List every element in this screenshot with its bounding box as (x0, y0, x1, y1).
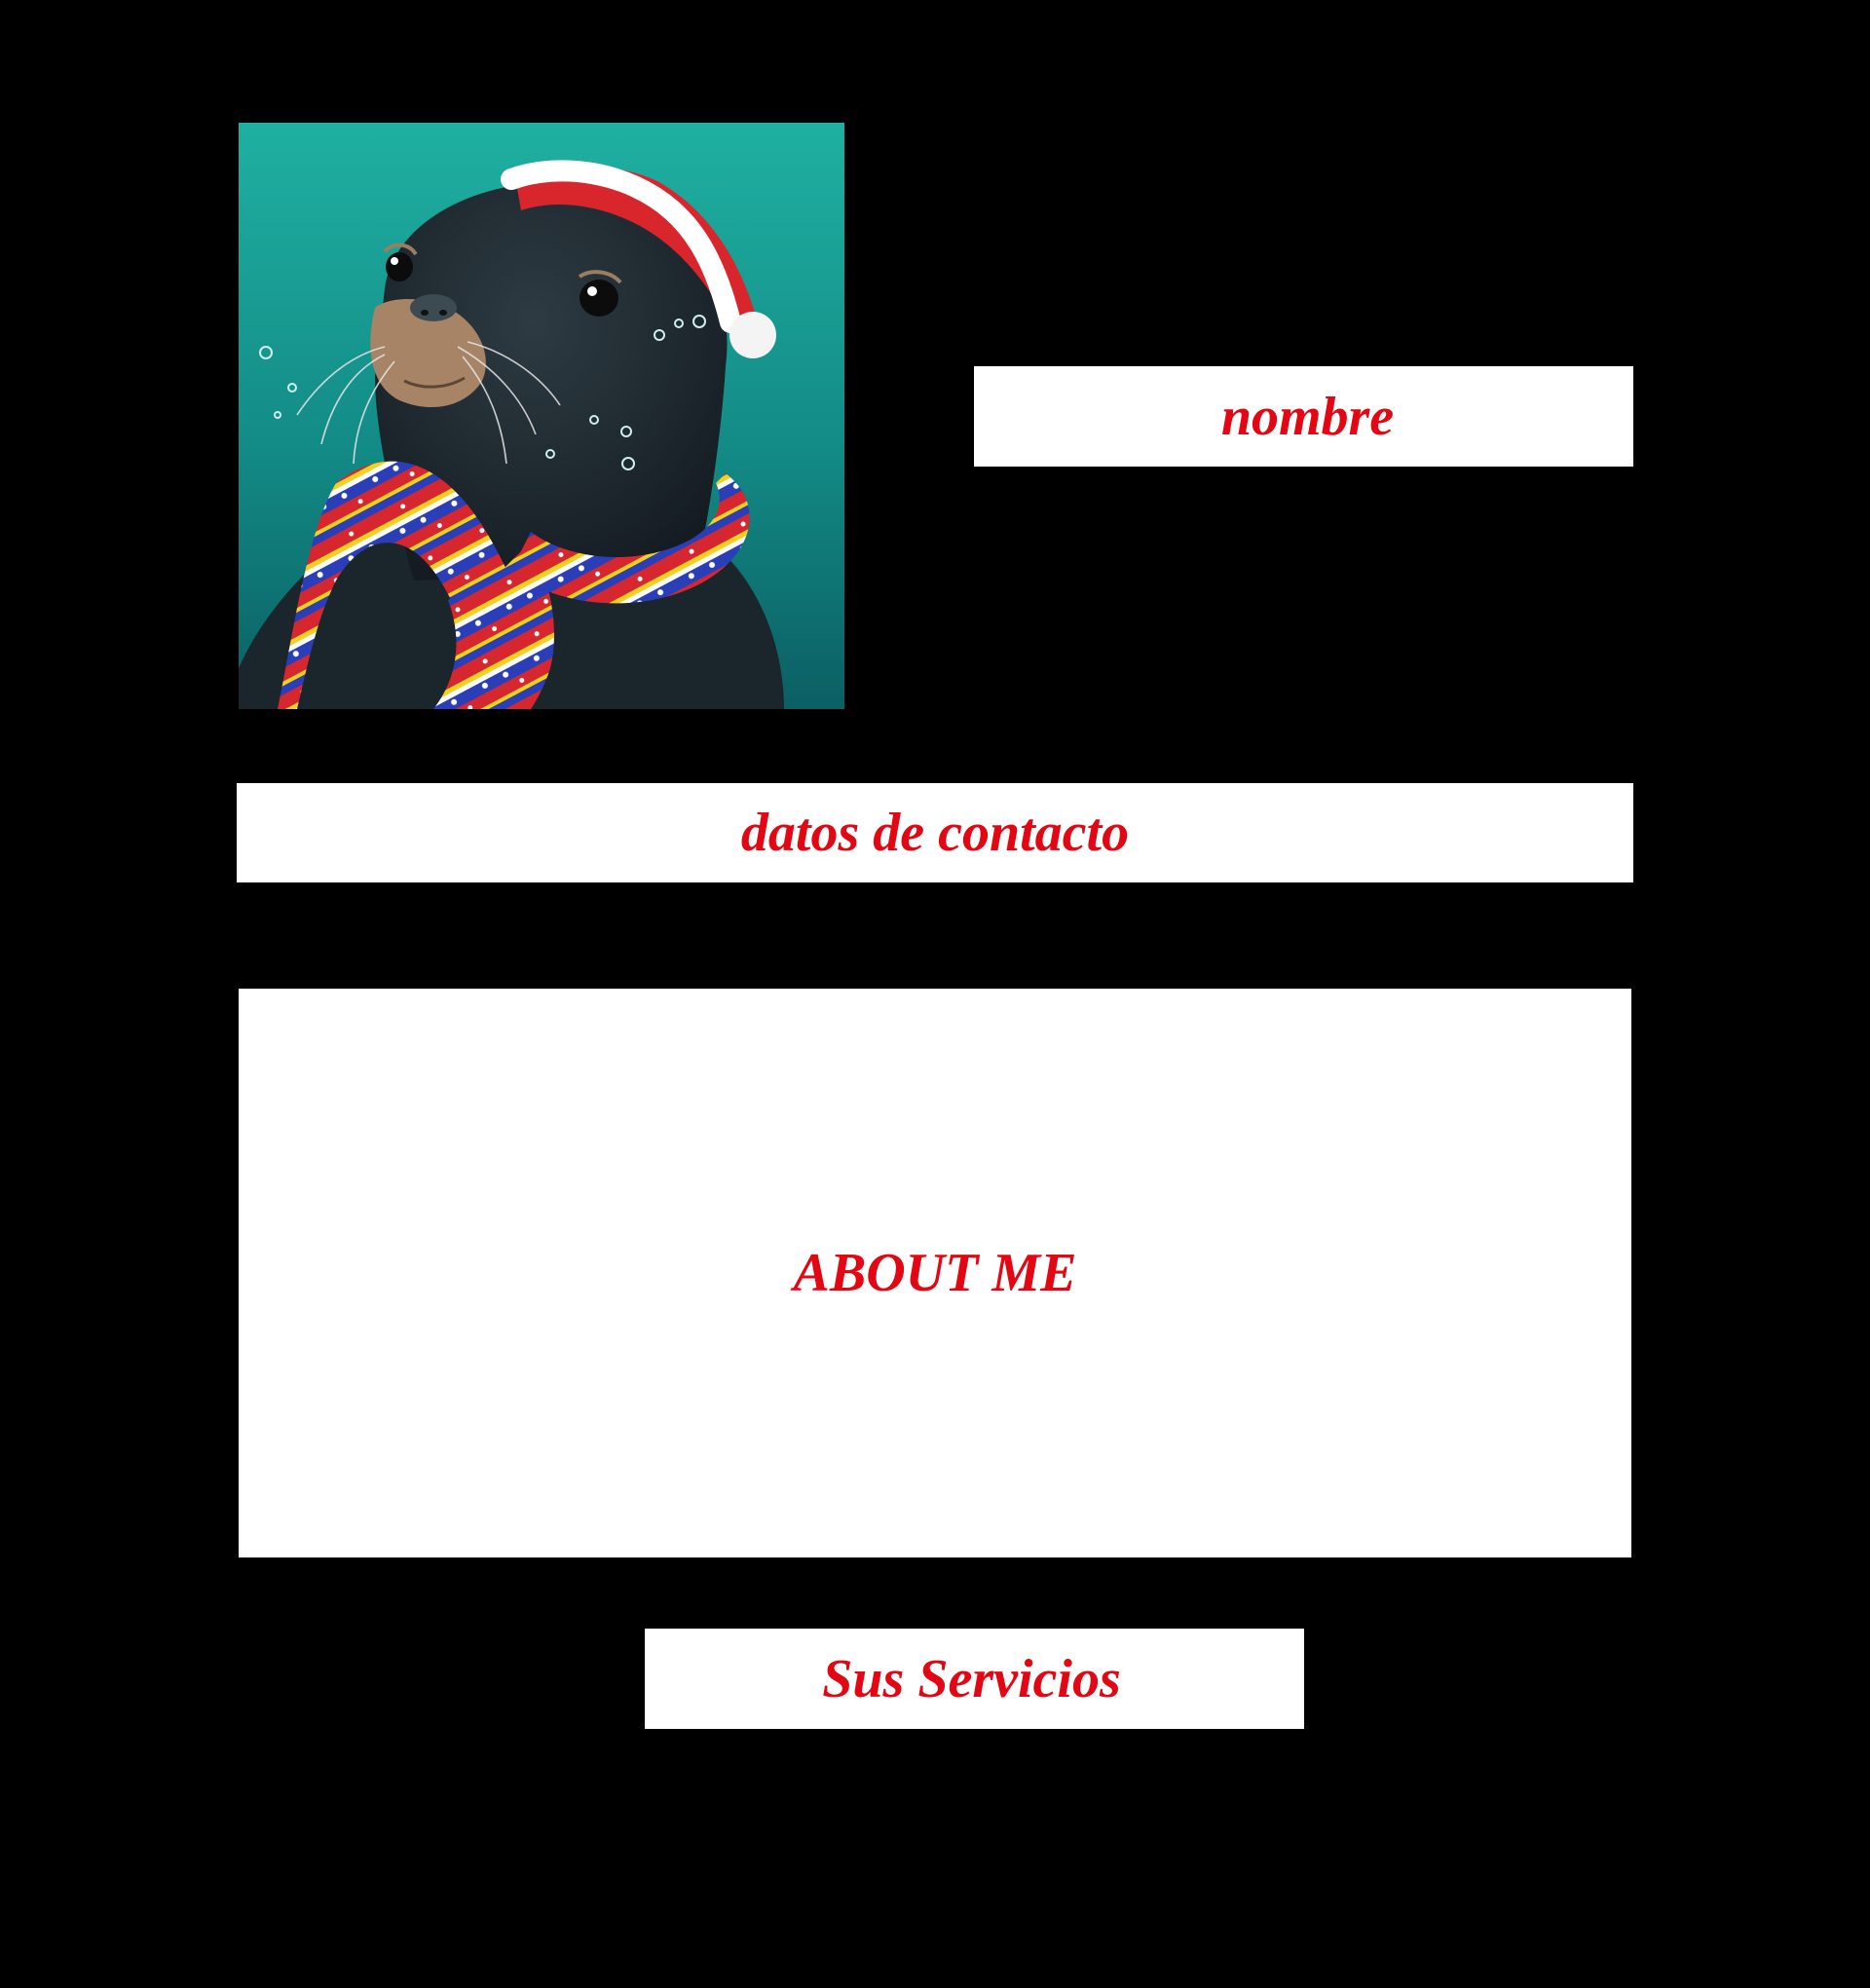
services-field: Sus Servicios (645, 1629, 1304, 1729)
name-field: nombre (974, 366, 1633, 467)
seal-santa-illustration (239, 123, 844, 709)
profile-photo (239, 123, 844, 709)
services-label: Sus Servicios (822, 1648, 1121, 1709)
contact-field: datos de contacto (237, 783, 1633, 882)
name-label: nombre (1220, 386, 1395, 447)
about-me-label: ABOUT ME (793, 1243, 1077, 1303)
about-me-section: ABOUT ME (239, 989, 1631, 1557)
contact-label: datos de contacto (740, 803, 1130, 863)
